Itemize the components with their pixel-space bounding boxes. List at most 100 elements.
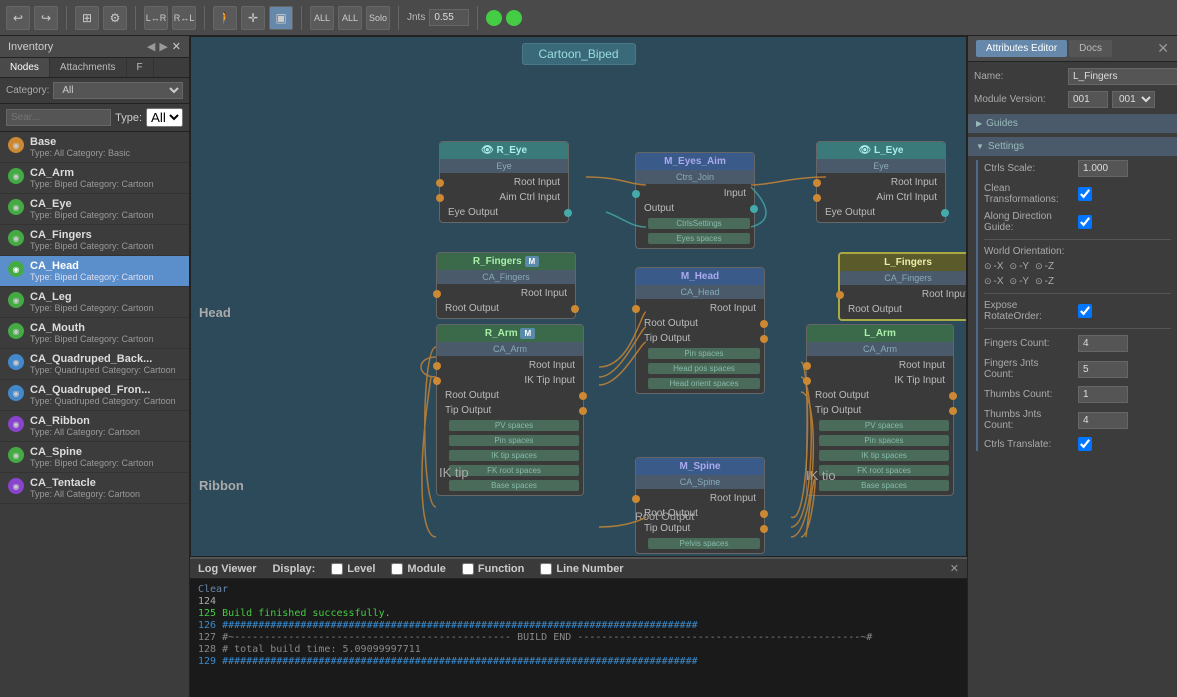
type-select[interactable]: All	[146, 108, 183, 127]
jnts-input[interactable]	[429, 9, 469, 26]
radio-z-2[interactable]: ⊙-Z	[1035, 276, 1054, 287]
attr-section-settings[interactable]: ▼ Settings	[968, 137, 1177, 156]
radio-y-2[interactable]: ⊙-Y	[1010, 276, 1030, 287]
attr-clean-transformations-checkbox[interactable]	[1078, 187, 1092, 201]
list-item-ca-head[interactable]: ◉ CA_Head Type: Biped Category: Cartoon	[0, 256, 189, 287]
node-l-eye[interactable]: 👁 L_Eye Eye Root Input Aim Ctrl Input Ey…	[816, 141, 946, 223]
attr-ctrls-translate-checkbox[interactable]	[1078, 437, 1092, 451]
toolbar-separator-3	[204, 6, 205, 30]
m-eyes-port-right-1	[750, 205, 758, 213]
inventory-nav-right[interactable]: ▶	[159, 40, 167, 53]
log-linenumber-checkbox[interactable]	[540, 563, 552, 575]
r-arm-sub: CA_Arm	[437, 342, 583, 356]
select-button[interactable]: ▣	[269, 6, 293, 30]
radio-x-neg-1[interactable]: ⊙-X	[984, 261, 1004, 272]
radio-x-2[interactable]: ⊙-X	[984, 276, 1004, 287]
node-m-spine[interactable]: M_Spine CA_Spine Root Input Root Output …	[635, 457, 765, 554]
l-arm-pv-spaces: PV spaces	[819, 420, 949, 431]
log-function-checkbox[interactable]	[462, 563, 474, 575]
log-level-checkbox[interactable]	[331, 563, 343, 575]
attr-tab-docs[interactable]: Docs	[1069, 40, 1112, 57]
m-eyes-port-left-1	[632, 190, 640, 198]
attr-module-version-select[interactable]: 001	[1112, 91, 1155, 108]
root-output-label: Root Output	[635, 511, 694, 523]
list-item-ca-spine[interactable]: ◉ CA_Spine Type: Biped Category: Cartoon	[0, 442, 189, 473]
tab-attachments[interactable]: Attachments	[50, 58, 127, 77]
log-module-checkbox[interactable]	[391, 563, 403, 575]
attr-fingers-count-input[interactable]	[1078, 335, 1128, 352]
tab-nodes[interactable]: Nodes	[0, 58, 50, 77]
redo-button[interactable]: ↪	[34, 6, 58, 30]
attr-panel-close-button[interactable]: ✕	[1157, 40, 1169, 57]
mirror-rl-button[interactable]: R↔L	[172, 6, 196, 30]
attr-thumbs-count-label: Thumbs Count:	[984, 389, 1074, 400]
inventory-close-button[interactable]: ✕	[172, 40, 181, 53]
list-item-ca-eye[interactable]: ◉ CA_Eye Type: Biped Category: Cartoon	[0, 194, 189, 225]
attr-section-guides[interactable]: ▶ Guides	[968, 114, 1177, 133]
node-m-eyes-aim[interactable]: M_Eyes_Aim Ctrs_Join Input Output CtrlsS…	[635, 152, 755, 249]
inventory-nav-left[interactable]: ◀	[147, 40, 155, 53]
l-arm-port-l1	[803, 362, 811, 370]
r-eye-sub: Eye	[440, 159, 568, 173]
node-m-head[interactable]: M_Head CA_Head Root Input Root Output Ti…	[635, 267, 765, 394]
list-item-ca-leg[interactable]: ◉ CA_Leg Type: Biped Category: Cartoon	[0, 287, 189, 318]
search-input[interactable]	[6, 109, 111, 126]
m-head-orient-spaces: Head orient spaces	[648, 378, 760, 389]
settings-button[interactable]: ⚙	[103, 6, 127, 30]
node-type-ca-arm: Type: Biped Category: Cartoon	[30, 179, 181, 189]
all2-button[interactable]: ALL	[338, 6, 362, 30]
attr-along-direction-checkbox[interactable]	[1078, 215, 1092, 229]
attr-clean-transformations-label: CleanTransformations:	[984, 183, 1074, 205]
node-l-fingers[interactable]: L_Fingers CA_Fingers Root Input Root Out…	[838, 252, 967, 321]
node-editor[interactable]: Cartoon_Biped	[190, 36, 967, 557]
list-item-ca-ribbon[interactable]: ◉ CA_Ribbon Type: All Category: Cartoon	[0, 411, 189, 442]
attr-module-version-input[interactable]	[1068, 91, 1108, 108]
attr-fingers-jnts-count-input[interactable]	[1078, 361, 1128, 378]
l-arm-ik-tip-spaces: IK tip spaces	[819, 450, 949, 461]
move-button[interactable]: ✛	[241, 6, 265, 30]
log-option-linenumber[interactable]: Line Number	[540, 563, 623, 575]
attr-thumbs-count-input[interactable]	[1078, 386, 1128, 403]
r-fingers-port-root-output: Root Output	[437, 301, 575, 316]
layout-button[interactable]: ⊞	[75, 6, 99, 30]
attr-name-input[interactable]	[1068, 68, 1177, 85]
mirror-lr-button[interactable]: L↔R	[144, 6, 168, 30]
attr-ctrls-translate-label: Ctrls Translate:	[984, 439, 1074, 450]
log-display-label: Display:	[272, 563, 315, 575]
r-eye-body: Root Input Aim Ctrl Input Eye Output	[440, 173, 568, 222]
radio-y-neg-1[interactable]: ⊙-Y	[1010, 261, 1030, 272]
node-r-eye[interactable]: 👁 R_Eye Eye Root Input Aim Ctrl Input Ey…	[439, 141, 569, 223]
solo-button[interactable]: Solo	[366, 6, 390, 30]
attr-expose-rotate-order-checkbox[interactable]	[1078, 304, 1092, 318]
attr-thumbs-jnts-count-input[interactable]	[1078, 412, 1128, 429]
all-button[interactable]: ALL	[310, 6, 334, 30]
list-item-base[interactable]: ◉ Base Type: All Category: Basic	[0, 132, 189, 163]
node-icon-ca-fingers: ◉	[8, 230, 24, 246]
undo-button[interactable]: ↩	[6, 6, 30, 30]
node-r-fingers[interactable]: R_Fingers M CA_Fingers Root Input Root O…	[436, 252, 576, 319]
m-head-body: Root Input Root Output Tip Output Pin sp…	[636, 299, 764, 393]
attr-tab-attributes[interactable]: Attributes Editor	[976, 40, 1067, 57]
log-option-level[interactable]: Level	[331, 563, 375, 575]
attr-ctrls-scale-input[interactable]	[1078, 160, 1128, 177]
list-item-ca-mouth[interactable]: ◉ CA_Mouth Type: Biped Category: Cartoon	[0, 318, 189, 349]
list-item-ca-quadruped-front[interactable]: ◉ CA_Quadruped_Fron... Type: Quadruped C…	[0, 380, 189, 411]
list-item-ca-fingers[interactable]: ◉ CA_Fingers Type: Biped Category: Carto…	[0, 225, 189, 256]
radio-z-neg-1[interactable]: ⊙-Z	[1035, 261, 1054, 272]
log-close-button[interactable]: ✕	[950, 562, 959, 575]
l-eye-port-left-2	[813, 194, 821, 202]
orientation-row-1: ⊙-X ⊙-Y ⊙-Z	[984, 261, 1171, 272]
tab-f[interactable]: F	[127, 58, 154, 77]
list-item-ca-quadruped-back[interactable]: ◉ CA_Quadruped_Back... Type: Quadruped C…	[0, 349, 189, 380]
r-arm-port-root-input: Root Input	[437, 358, 583, 373]
clear-button[interactable]: Clear	[198, 584, 228, 595]
category-select[interactable]: All	[53, 82, 183, 99]
settings-label: Settings	[988, 141, 1024, 152]
node-icon-ca-head: ◉	[8, 261, 24, 277]
list-item-ca-tentacle[interactable]: ◉ CA_Tentacle Type: All Category: Cartoo…	[0, 473, 189, 504]
log-option-function[interactable]: Function	[462, 563, 524, 575]
list-item-ca-arm[interactable]: ◉ CA_Arm Type: Biped Category: Cartoon	[0, 163, 189, 194]
figure-button[interactable]: 🚶	[213, 6, 237, 30]
log-option-module[interactable]: Module	[391, 563, 446, 575]
node-editor-title: Cartoon_Biped	[521, 43, 635, 65]
